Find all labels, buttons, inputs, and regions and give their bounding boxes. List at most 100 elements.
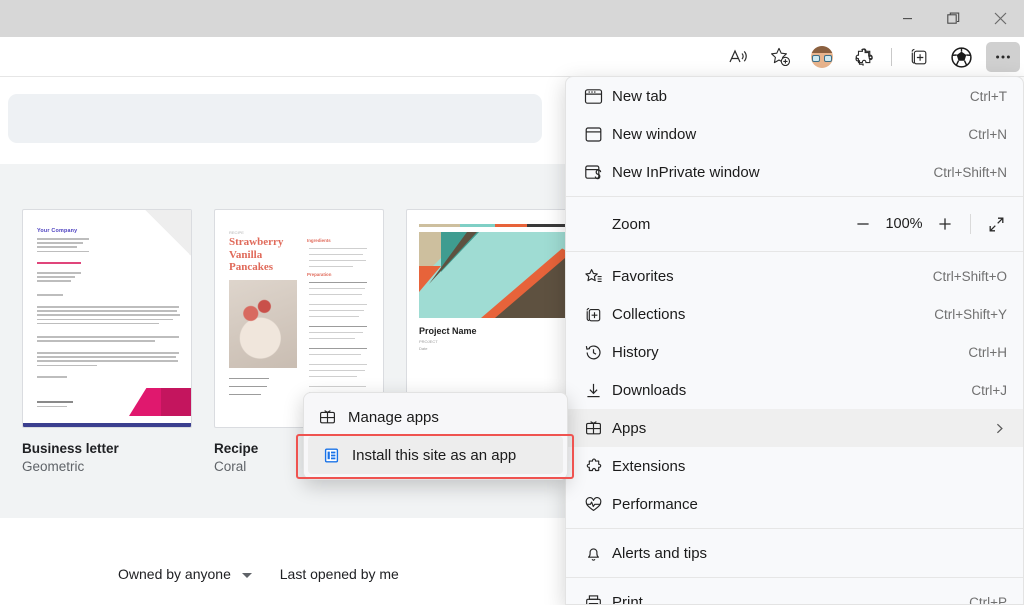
menu-item-label: Performance (612, 495, 698, 513)
toolbar-actions (717, 37, 1024, 77)
filter-owned-by[interactable]: Owned by anyone (118, 566, 252, 582)
menu-item-print[interactable]: Print Ctrl+P (566, 583, 1023, 605)
extensions-puzzle-icon (584, 457, 612, 476)
menu-divider (566, 251, 1023, 252)
menu-item-history[interactable]: History Ctrl+H (566, 333, 1023, 371)
page-fold-decoration (145, 210, 191, 256)
menu-item-apps[interactable]: Apps (566, 409, 1023, 447)
thumb-recipe-heading: Strawberry Vanilla Pancakes (229, 236, 284, 273)
search-input[interactable] (8, 94, 542, 143)
chevron-right-icon (992, 421, 1007, 436)
fullscreen-icon[interactable] (979, 209, 1013, 239)
avatar (811, 46, 833, 68)
close-button[interactable] (976, 0, 1024, 37)
menu-item-new-inprivate-window[interactable]: New InPrivate window Ctrl+Shift+N (566, 153, 1023, 191)
minimize-button[interactable] (884, 0, 930, 37)
thumb-kicker: RECIPE (229, 230, 244, 235)
template-card-business-letter[interactable]: Your Company Business letter Geometric (22, 209, 192, 474)
zoom-in-button[interactable] (928, 209, 962, 239)
thumb-ingredients-heading: Ingredients (307, 238, 331, 243)
extensions-icon[interactable] (847, 42, 881, 72)
close-icon (994, 12, 1006, 25)
thumb-signature (37, 401, 73, 410)
bell-icon (584, 544, 612, 563)
menu-item-new-tab[interactable]: New tab Ctrl+T (566, 77, 1023, 115)
collections-icon[interactable] (902, 42, 936, 72)
menu-item-downloads[interactable]: Downloads Ctrl+J (566, 371, 1023, 409)
window-title-bar (0, 0, 1024, 37)
collections-icon (584, 305, 612, 324)
chevron-down-icon (241, 572, 252, 578)
thumb-preparation-heading: Preparation (307, 272, 332, 277)
new-tab-icon (584, 87, 612, 106)
settings-and-more-icon[interactable] (986, 42, 1020, 72)
performance-heartbeat-icon (584, 495, 612, 514)
menu-item-label: History (612, 343, 659, 361)
menu-item-shortcut: Ctrl+N (968, 126, 1007, 142)
thumb-food-photo (229, 280, 297, 368)
thumb-body-2 (37, 336, 179, 344)
menu-item-label: Downloads (612, 381, 687, 399)
submenu-item-install-site-as-app[interactable]: Install this site as an app (308, 436, 563, 474)
menu-divider (566, 528, 1023, 529)
zoom-label: Zoom (612, 215, 651, 233)
thumb-project-sub: PROJECT (419, 339, 438, 344)
submenu-item-label: Install this site as an app (352, 446, 517, 464)
submenu-item-label: Manage apps (348, 408, 439, 426)
menu-item-label: Alerts and tips (612, 544, 708, 562)
downloads-arrow-icon (584, 381, 612, 400)
template-subtitle: Geometric (22, 459, 85, 474)
menu-item-favorites[interactable]: Favorites Ctrl+Shift+O (566, 257, 1023, 295)
menu-item-label: Favorites (612, 267, 674, 285)
filter-row: Owned by anyone Last opened by me (118, 566, 399, 582)
thumb-project-name: Project Name (419, 326, 477, 336)
menu-item-label: Print (612, 593, 643, 605)
zoom-value: 100% (885, 216, 923, 232)
thumb-salutation (37, 294, 63, 298)
filter-last-opened[interactable]: Last opened by me (280, 566, 399, 582)
submenu-item-manage-apps[interactable]: Manage apps (304, 398, 567, 436)
menu-item-alerts-and-tips[interactable]: Alerts and tips (566, 534, 1023, 572)
menu-item-shortcut: Ctrl+Shift+N (933, 164, 1007, 180)
edge-settings-menu: New tab Ctrl+T New window Ctrl+N New InP… (565, 76, 1024, 605)
avatar-glasses-right (824, 55, 832, 62)
menu-item-performance[interactable]: Performance (566, 485, 1023, 523)
thumb-signoff (37, 376, 67, 380)
menu-divider (566, 577, 1023, 578)
thumb-recipient (37, 272, 81, 285)
toolbar-divider (891, 48, 892, 66)
menu-item-label: New window (612, 125, 697, 143)
filter-last-opened-label: Last opened by me (279, 566, 399, 582)
menu-zoom-row: Zoom 100% (566, 202, 1023, 246)
soccer-ball-icon[interactable] (944, 42, 978, 72)
filter-owned-by-label: Owned by anyone (118, 566, 231, 582)
add-favorite-icon[interactable] (763, 42, 797, 72)
thumb-company-name: Your Company (37, 228, 78, 234)
thumb-corner-accent-dark (161, 388, 191, 416)
thumb-project-date: Date (419, 346, 428, 351)
menu-item-shortcut: Ctrl+Shift+O (932, 268, 1007, 284)
new-window-icon (584, 125, 612, 144)
apps-grid-icon (584, 419, 612, 438)
menu-item-shortcut: Ctrl+P (969, 594, 1007, 605)
thumb-bottom-bar (23, 423, 191, 427)
zoom-out-button[interactable] (846, 209, 880, 239)
inprivate-icon (584, 163, 612, 182)
menu-item-collections[interactable]: Collections Ctrl+Shift+Y (566, 295, 1023, 333)
browser-toolbar (0, 37, 1024, 77)
apps-grid-icon (318, 408, 348, 427)
menu-divider (566, 196, 1023, 197)
thumb-body-3 (37, 352, 179, 369)
menu-item-shortcut: Ctrl+Shift+Y (934, 306, 1007, 322)
avatar-glasses-left (812, 55, 820, 62)
read-aloud-icon[interactable] (721, 42, 755, 72)
menu-item-new-window[interactable]: New window Ctrl+N (566, 115, 1023, 153)
menu-item-extensions[interactable]: Extensions (566, 447, 1023, 485)
template-thumbnail[interactable]: Your Company (22, 209, 192, 428)
template-title: Business letter (22, 441, 119, 456)
restore-icon (946, 12, 959, 24)
thumb-color-rule (419, 224, 565, 227)
maximize-button[interactable] (930, 0, 976, 37)
profile-avatar[interactable] (805, 42, 839, 72)
printer-icon (584, 593, 612, 604)
